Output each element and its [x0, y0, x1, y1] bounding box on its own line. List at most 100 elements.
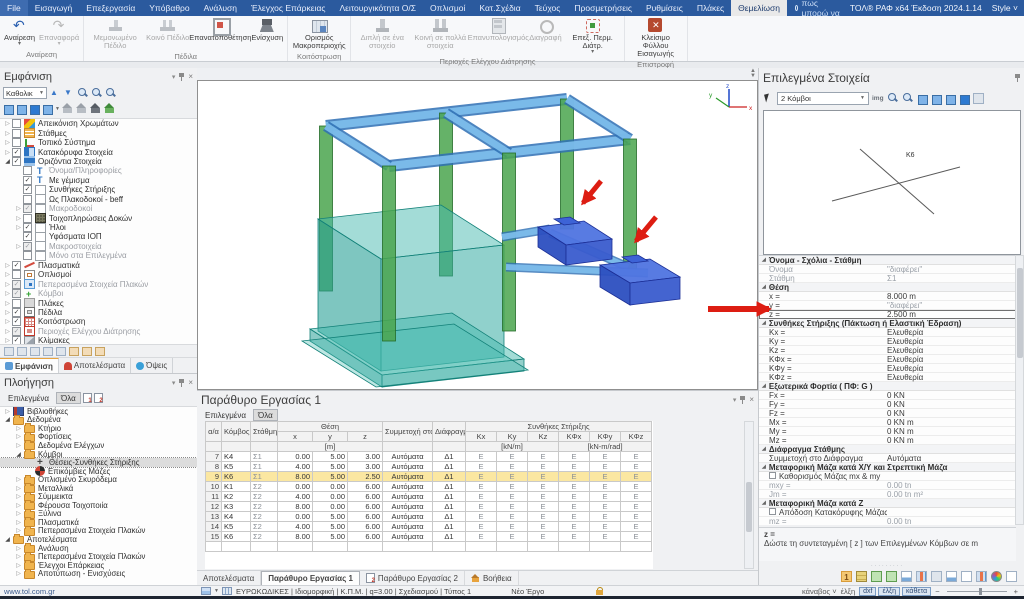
- menu-tab-Έλεγχος Επάρκειας[interactable]: Έλεγχος Επάρκειας: [244, 0, 332, 16]
- menu-tab-Υπόβαθρο[interactable]: Υπόβαθρο: [142, 0, 196, 16]
- panel-tab-Όψεις[interactable]: Όψεις: [131, 358, 173, 373]
- doc-tab-Παράθυρο Εργασίας 1[interactable]: Παράθυρο Εργασίας 1: [261, 571, 360, 586]
- table-cell[interactable]: E: [466, 512, 497, 522]
- table-cell[interactable]: 8.00: [278, 472, 313, 482]
- property-value[interactable]: 0 KN: [887, 400, 1016, 409]
- checkbox[interactable]: [23, 176, 32, 185]
- expander-icon[interactable]: ▷: [14, 205, 23, 212]
- table-cell[interactable]: E: [466, 482, 497, 492]
- column-header[interactable]: Κόμβος: [222, 422, 251, 442]
- grid-toggle[interactable]: κάναβος ˅: [802, 587, 837, 596]
- view-wire-icon[interactable]: [16, 103, 27, 114]
- property-row[interactable]: mz =0.00 tn: [759, 517, 1016, 525]
- fit-icon[interactable]: [69, 347, 79, 356]
- table-cell[interactable]: E: [497, 522, 528, 532]
- property-value[interactable]: Ελευθερία: [887, 346, 1016, 355]
- pin-icon[interactable]: [740, 396, 745, 404]
- table-cell[interactable]: Σ1: [251, 462, 278, 472]
- table-cell[interactable]: E: [528, 472, 559, 482]
- down-arrow-icon[interactable]: [63, 87, 75, 99]
- table-cell[interactable]: Δ1: [433, 492, 466, 502]
- select-filter-icon[interactable]: [43, 347, 53, 356]
- table-cell[interactable]: 5.00: [313, 472, 348, 482]
- table-cell[interactable]: E: [590, 472, 621, 482]
- zoom-out[interactable]: −: [935, 587, 939, 596]
- table-cell[interactable]: 6.00: [348, 502, 383, 512]
- table-cell[interactable]: Αυτόματα: [383, 462, 433, 472]
- tree-item[interactable]: ▷Πλάκες: [0, 298, 197, 307]
- copy-image-icon[interactable]: [973, 93, 984, 104]
- table-cell[interactable]: 4.00: [278, 522, 313, 532]
- checkbox[interactable]: [12, 119, 21, 128]
- expander-icon[interactable]: ▷: [3, 300, 12, 307]
- property-value[interactable]: Ελευθερία: [887, 355, 1016, 364]
- table-cell[interactable]: E: [559, 462, 590, 472]
- property-value[interactable]: 0.00 tn: [887, 517, 1016, 526]
- expander-icon[interactable]: ◢: [14, 451, 23, 458]
- table-cell[interactable]: 8: [206, 462, 222, 472]
- tree-item[interactable]: ◢Οριζόντια Στοιχεία: [0, 157, 197, 166]
- table-cell[interactable]: Δ1: [433, 512, 466, 522]
- table-cell[interactable]: K4: [222, 452, 251, 462]
- table-cell[interactable]: E: [528, 452, 559, 462]
- pin-icon[interactable]: [179, 73, 184, 81]
- sheet-1-icon[interactable]: 1: [841, 571, 852, 582]
- grid-menu-icon[interactable]: [201, 587, 211, 595]
- table-cell[interactable]: K2: [222, 492, 251, 502]
- expander-icon[interactable]: ▷: [3, 328, 12, 335]
- property-value[interactable]: 0 KN m: [887, 418, 1016, 427]
- column-header[interactable]: Διάφραγμα: [433, 422, 466, 442]
- table-cell[interactable]: 0.00: [313, 502, 348, 512]
- table-cell[interactable]: E: [621, 532, 652, 542]
- tree-item[interactable]: ▷Πεπερασμένα Στοιχεία Πλακών: [0, 279, 197, 288]
- tree-item[interactable]: ▷Κατακόρυφα Στοιχεία: [0, 147, 197, 156]
- table-cell[interactable]: Σ2: [251, 522, 278, 532]
- table-cell[interactable]: E: [466, 462, 497, 472]
- table-cell[interactable]: E: [497, 512, 528, 522]
- scrollbar-arrows[interactable]: ▲▼: [750, 69, 756, 79]
- photo-grid-icon[interactable]: [976, 571, 987, 582]
- expander-icon[interactable]: ▷: [14, 570, 23, 577]
- toggle-dxf[interactable]: dxf: [859, 587, 876, 596]
- table-cell[interactable]: 5.00: [313, 512, 348, 522]
- table-cell[interactable]: E: [497, 492, 528, 502]
- menu-tab-Επεξεργασία[interactable]: Επεξεργασία: [79, 0, 142, 16]
- close-icon[interactable]: ×: [188, 378, 193, 387]
- export-edit-icon[interactable]: [886, 571, 897, 582]
- cube-solid-icon[interactable]: [959, 93, 970, 104]
- property-value[interactable]: Ελευθερία: [887, 373, 1016, 382]
- table-cell[interactable]: 0.00: [278, 452, 313, 462]
- checkbox[interactable]: [12, 138, 21, 147]
- checkbox[interactable]: [12, 280, 21, 289]
- menu-tab-Ρυθμίσεις[interactable]: Ρυθμίσεις: [639, 0, 690, 16]
- column-header[interactable]: Kx: [466, 432, 497, 442]
- pin-icon[interactable]: [179, 379, 184, 387]
- checkbox[interactable]: [23, 166, 32, 175]
- table-row-node-K5-Σ1[interactable]: 8K5Σ14.005.003.00ΑυτόματαΔ1EEEEEE: [206, 462, 652, 472]
- table-cell[interactable]: E: [466, 492, 497, 502]
- property-value[interactable]: 0.00 tn m²: [887, 490, 1016, 499]
- zoom-in[interactable]: +: [1014, 587, 1018, 596]
- table-cell[interactable]: 7: [206, 452, 222, 462]
- selection-count-dropdown[interactable]: 2 Κόμβοι▼: [777, 92, 869, 105]
- tree-item[interactable]: Με γέμισμα: [0, 176, 197, 185]
- table-cell[interactable]: 15: [206, 532, 222, 542]
- table-cell[interactable]: 10: [206, 482, 222, 492]
- tree-item[interactable]: Υφάσματα ΙΟΠ: [0, 232, 197, 241]
- property-row[interactable]: ΣτάθμηΣ1: [759, 274, 1016, 283]
- nav-tab-Επιλεγμένα[interactable]: Επιλεγμένα: [3, 392, 54, 404]
- property-value[interactable]: Ελευθερία: [887, 337, 1016, 346]
- column-header[interactable]: Kz: [528, 432, 559, 442]
- Ενίσχυση-button[interactable]: Ενίσχυση: [249, 17, 285, 43]
- table-cell[interactable]: E: [621, 502, 652, 512]
- expander-icon[interactable]: ▷: [14, 527, 23, 534]
- table-cell[interactable]: E: [497, 502, 528, 512]
- table-row-node-K4-Σ1[interactable]: 7K4Σ10.005.003.00ΑυτόματαΔ1EEEEEE: [206, 452, 652, 462]
- sheet-2-icon[interactable]: [94, 393, 103, 403]
- table-cell[interactable]: Αυτόματα: [383, 482, 433, 492]
- expander-icon[interactable]: ▷: [14, 545, 23, 552]
- table-cell[interactable]: E: [559, 512, 590, 522]
- column-header[interactable]: y: [313, 432, 348, 442]
- expander-icon[interactable]: ▷: [3, 149, 12, 156]
- column-header[interactable]: [m]: [278, 442, 383, 452]
